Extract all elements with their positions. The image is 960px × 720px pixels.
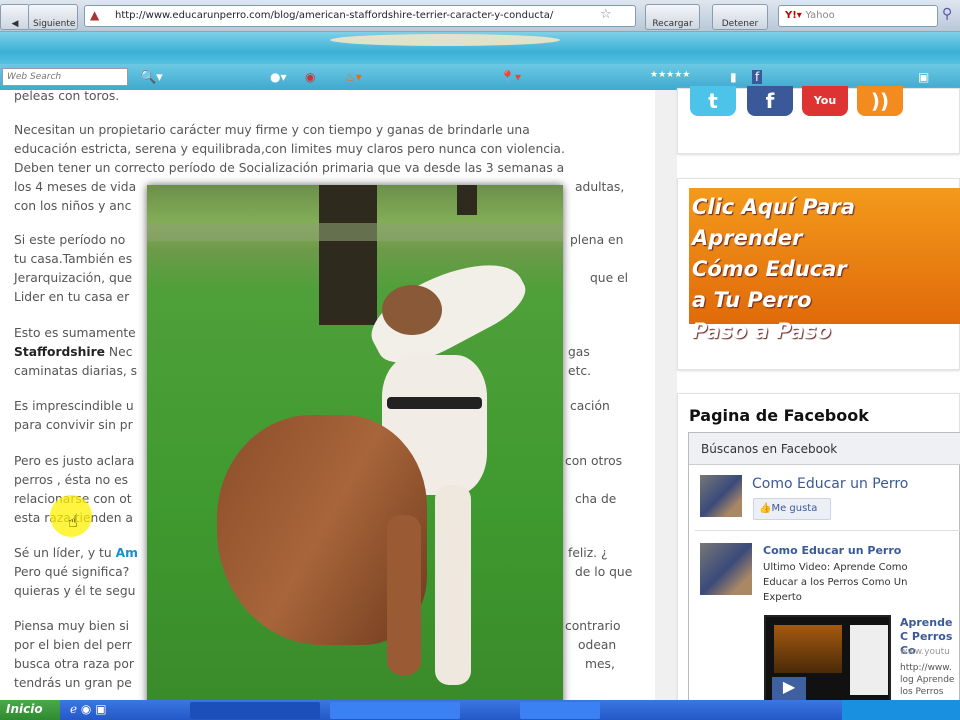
bookmark-star-icon[interactable]: ☆ [600, 7, 612, 22]
site-icon: ▲ [90, 8, 100, 22]
facebook-widget-title: Pagina de Facebook [689, 406, 869, 425]
banner-text: a Tu Perro [692, 288, 812, 312]
banner-text: Clic Aquí Para Aprender [692, 195, 856, 250]
notes-icon[interactable]: ▮ [730, 70, 737, 84]
post-avatar[interactable] [700, 543, 752, 595]
yahoo-icon: Y!▾ [785, 10, 806, 21]
article-text: Necesitan un propietario carácter muy fi… [14, 123, 530, 137]
reload-button[interactable]: Recargar [645, 4, 700, 30]
fire-icon[interactable]: ♨▾ [345, 70, 362, 84]
facebook-icon[interactable]: f [747, 86, 793, 116]
video-description: http://www. log Aprende los Perros [900, 663, 955, 697]
video-frame [774, 625, 842, 673]
facebook-addon-icon[interactable]: f [752, 70, 763, 84]
banner-text: Paso a Paso [692, 319, 832, 343]
search-icon[interactable]: 🔍▾ [140, 70, 163, 85]
dog-photo [147, 185, 563, 712]
hand-cursor-icon: ☝ [68, 512, 78, 531]
rating-stars-icon: ★★★★★ [650, 70, 691, 80]
video-thumbnail[interactable]: ▶ [764, 615, 891, 703]
divider [695, 530, 960, 531]
like-button[interactable]: 👍Me gusta [753, 498, 831, 520]
start-button[interactable]: Inicio [0, 700, 60, 720]
addon-icon[interactable]: ◉ [305, 70, 315, 84]
taskbar-window[interactable] [330, 702, 460, 719]
tree-trunk [319, 185, 377, 325]
addon-icon[interactable]: ●▾ [270, 70, 287, 84]
article-text: Deben tener un correcto período de Socia… [14, 161, 565, 175]
article-text: educación estricta, serena y equilibrada… [14, 142, 565, 156]
course-banner[interactable]: Clic Aquí Para Aprender Cómo Educar a Tu… [689, 188, 960, 343]
thumbs-up-icon: 👍 [759, 503, 772, 514]
post-text: Ultimo Video: Aprende Como Educar a los … [763, 562, 908, 603]
facebook-page-link[interactable]: Como Educar un Perro [752, 476, 908, 492]
stop-button[interactable]: Detener [712, 4, 768, 30]
post-author-link[interactable]: Como Educar un Perro [763, 544, 901, 557]
dog-ear [382, 285, 442, 335]
dog-leg [387, 515, 421, 675]
page-avatar[interactable] [700, 475, 742, 517]
dog-leg [435, 485, 471, 685]
back-button[interactable]: ◀ [0, 4, 30, 30]
taskbar-window[interactable] [520, 702, 600, 719]
article-link[interactable]: Am [116, 546, 138, 560]
forward-button[interactable]: Siguiente [28, 4, 78, 30]
search-engine-box[interactable]: Y!▾ Yahoo [778, 5, 938, 27]
article-text: Nec [105, 345, 133, 359]
article-text: Sé un líder, y tu [14, 546, 116, 560]
twitter-icon[interactable]: t [690, 86, 736, 116]
address-bar[interactable]: http://www.educarunperro.com/blog/americ… [84, 5, 636, 27]
maps-icon[interactable]: 📍▾ [500, 70, 521, 84]
taskbar-window[interactable] [190, 702, 320, 719]
search-icon[interactable]: ⚲ [942, 6, 952, 22]
youtube-icon[interactable]: You [802, 86, 848, 116]
banner-text: Cómo Educar [692, 257, 847, 281]
path [147, 223, 563, 241]
like-label: Me gusta [771, 503, 818, 514]
video-site: www.youtu [900, 647, 950, 657]
web-search-input[interactable]: Web Search [2, 68, 128, 86]
sidebar-gutter [655, 90, 677, 700]
quick-launch-icons[interactable]: ℯ ◉ ▣ [70, 702, 107, 716]
addon-icon[interactable]: ▣ [918, 70, 929, 84]
search-engine-name: Yahoo [805, 10, 835, 21]
article-text: peleas con toros. [14, 89, 120, 103]
tree-trunk [457, 185, 477, 215]
taskbar [0, 700, 960, 720]
island-decoration [330, 34, 560, 46]
facebook-box-header: Búscanos en Facebook [689, 433, 960, 465]
dog-collar [387, 397, 482, 409]
rss-icon[interactable]: )) [857, 86, 903, 116]
breed-name: Staffordshire [14, 345, 106, 359]
video-frame [850, 625, 888, 695]
system-tray [842, 700, 960, 720]
